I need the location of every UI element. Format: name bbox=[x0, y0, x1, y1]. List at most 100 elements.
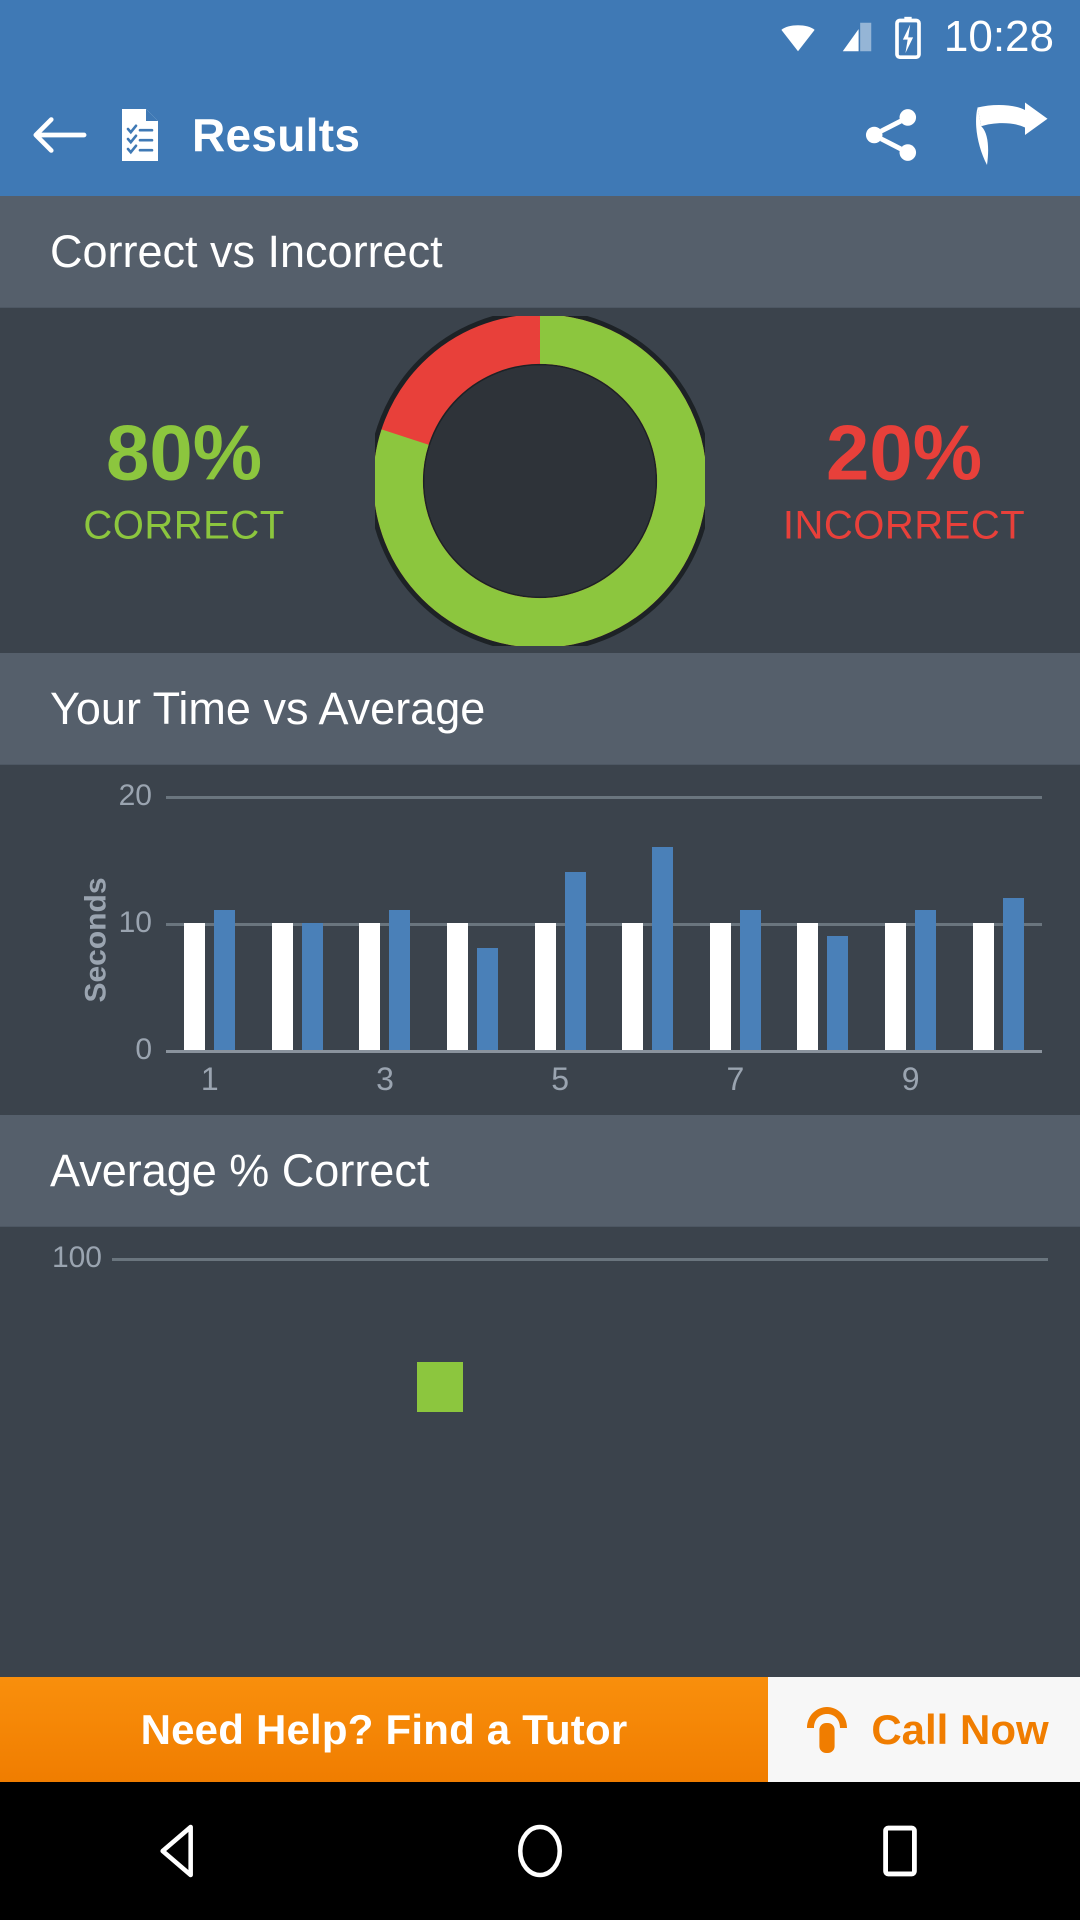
nav-home-icon bbox=[517, 1824, 563, 1878]
x-tick-label: 5 bbox=[551, 1061, 570, 1097]
results-screen: 10:28 Results Correct vs Incorrect 80% C… bbox=[0, 0, 1080, 1920]
bar-your-time bbox=[389, 910, 411, 1050]
bar-your-time bbox=[1002, 897, 1024, 1050]
bar-your-time bbox=[214, 910, 236, 1050]
bar-group bbox=[486, 1258, 580, 1412]
nav-back-icon bbox=[160, 1824, 193, 1878]
back-arrow-icon[interactable] bbox=[30, 111, 88, 159]
correct-stat: 80% CORRECT bbox=[44, 413, 324, 548]
ad-headline-area[interactable]: Need Help? Find a Tutor bbox=[0, 1677, 768, 1782]
bar-average bbox=[797, 923, 819, 1050]
x-tick-label: 9 bbox=[901, 1061, 920, 1097]
x-axis-ticks: 1 3 5 7 9 bbox=[166, 1061, 1042, 1109]
bar-your-time bbox=[477, 948, 499, 1050]
bar-average bbox=[622, 923, 644, 1050]
y-tick-20: 20 bbox=[118, 779, 152, 812]
section-header-average-percent-correct: Average % Correct bbox=[0, 1115, 1080, 1227]
checklist-document-icon bbox=[122, 109, 158, 161]
correct-percent: 80% bbox=[105, 408, 263, 496]
incorrect-label: INCORRECT bbox=[782, 503, 1026, 547]
bar-group bbox=[604, 796, 692, 1050]
bar-your-time bbox=[827, 935, 849, 1050]
call-now-label: Call Now bbox=[871, 1705, 1049, 1753]
section-header-time-vs-average: Your Time vs Average bbox=[0, 653, 1080, 765]
bar-average bbox=[972, 923, 994, 1050]
x-axis-line bbox=[166, 1050, 1042, 1053]
bar-group bbox=[861, 1258, 955, 1412]
section-title: Average % Correct bbox=[50, 1144, 430, 1196]
nav-recents-button[interactable] bbox=[840, 1791, 960, 1911]
bar-group bbox=[299, 1258, 393, 1412]
nav-recents-icon bbox=[883, 1825, 917, 1877]
page-title: Results bbox=[192, 109, 361, 161]
bar-average bbox=[534, 923, 556, 1050]
bar-your-time bbox=[739, 910, 761, 1050]
app-bar-left: Results bbox=[30, 107, 858, 163]
forward-flag-icon[interactable] bbox=[970, 102, 1050, 168]
donut-chart-panel: 80% CORRECT 20% INCORRECT bbox=[0, 308, 1080, 653]
phone-icon bbox=[807, 1706, 848, 1753]
bar-group bbox=[954, 796, 1042, 1050]
bar-group bbox=[112, 1258, 206, 1412]
x-tick-label: 7 bbox=[726, 1061, 745, 1097]
app-bar-actions bbox=[858, 102, 1050, 168]
status-bar: 10:28 bbox=[0, 0, 1080, 74]
bar-average bbox=[447, 923, 469, 1050]
app-bar: Results bbox=[0, 74, 1080, 196]
bar-group bbox=[674, 1258, 768, 1412]
ad-banner[interactable]: Need Help? Find a Tutor Call Now bbox=[0, 1677, 1080, 1782]
y-tick-0: 0 bbox=[135, 1033, 152, 1066]
bar-average bbox=[184, 923, 206, 1050]
donut-chart bbox=[368, 308, 712, 653]
bar-average bbox=[271, 923, 293, 1050]
bar-your-time bbox=[301, 923, 323, 1050]
bar-average bbox=[709, 923, 731, 1050]
nav-back-button[interactable] bbox=[120, 1791, 240, 1911]
bar-group bbox=[867, 796, 955, 1050]
bar-group bbox=[692, 796, 780, 1050]
incorrect-percent: 20% bbox=[825, 408, 983, 496]
bar-group bbox=[206, 1258, 300, 1412]
status-icons bbox=[776, 15, 922, 59]
signal-icon bbox=[842, 22, 872, 52]
bar-group bbox=[516, 796, 604, 1050]
ad-headline: Need Help? Find a Tutor bbox=[140, 1705, 628, 1753]
section-title: Correct vs Incorrect bbox=[50, 225, 443, 277]
bar-average-percent-correct bbox=[416, 1362, 463, 1412]
y-axis-label: Seconds bbox=[79, 877, 113, 1003]
bar-group bbox=[393, 1258, 487, 1412]
bar-series-group bbox=[166, 796, 1042, 1050]
bar-group bbox=[166, 796, 254, 1050]
battery-charging-icon bbox=[895, 16, 921, 59]
bar-your-time bbox=[652, 846, 674, 1050]
time-vs-average-chart: Seconds 20 10 0 1 3 5 7 9 bbox=[0, 765, 1080, 1115]
section-header-correct-vs-incorrect: Correct vs Incorrect bbox=[0, 196, 1080, 308]
y-tick-10: 10 bbox=[118, 906, 152, 939]
bar-your-time bbox=[564, 872, 586, 1050]
bar-series-group bbox=[112, 1258, 1048, 1412]
bar-group bbox=[580, 1258, 674, 1412]
nav-home-button[interactable] bbox=[480, 1791, 600, 1911]
section-title: Your Time vs Average bbox=[50, 682, 486, 734]
status-clock: 10:28 bbox=[943, 12, 1054, 61]
x-tick-label: 3 bbox=[376, 1061, 394, 1097]
donut-svg bbox=[368, 308, 712, 653]
bar-average bbox=[359, 923, 381, 1050]
wifi-icon bbox=[781, 25, 815, 52]
bar-group bbox=[254, 796, 342, 1050]
bar-group bbox=[429, 796, 517, 1050]
correct-label: CORRECT bbox=[83, 503, 285, 547]
bar-group bbox=[954, 1258, 1048, 1412]
x-tick-label: 1 bbox=[200, 1061, 219, 1097]
bar-group bbox=[341, 796, 429, 1050]
call-now-button[interactable]: Call Now bbox=[768, 1677, 1080, 1782]
incorrect-stat: 20% INCORRECT bbox=[764, 413, 1044, 548]
average-percent-correct-chart: 100 bbox=[0, 1227, 1080, 1412]
bar-group bbox=[767, 1258, 861, 1412]
share-icon[interactable] bbox=[858, 104, 924, 166]
y-tick-100: 100 bbox=[51, 1241, 102, 1274]
bar-your-time bbox=[915, 910, 937, 1050]
android-nav-bar bbox=[0, 1782, 1080, 1920]
bar-average bbox=[885, 923, 907, 1050]
bar-group bbox=[779, 796, 867, 1050]
